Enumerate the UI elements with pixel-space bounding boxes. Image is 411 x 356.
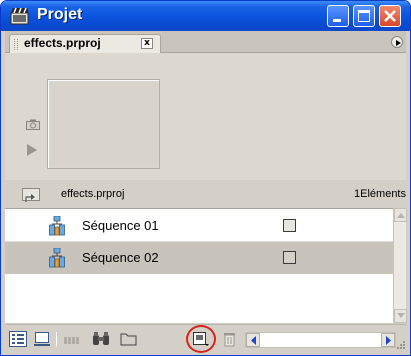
scroll-right-button[interactable]: [381, 333, 395, 347]
poster-frame-icon[interactable]: [26, 119, 40, 130]
item-count: 1Eléments: [354, 188, 406, 200]
tab-effects-prproj[interactable]: effects.prproj x: [9, 34, 161, 53]
icon-view-button[interactable]: [33, 331, 51, 347]
automate-to-sequence-button[interactable]: [63, 331, 81, 347]
project-window: Projet effects.prproj x effects.prproj 1…: [0, 0, 411, 356]
item-label: Séquence 02: [82, 250, 159, 265]
panel-menu-button[interactable]: [391, 36, 403, 48]
item-label: Séquence 01: [82, 218, 159, 233]
item-checkbox[interactable]: [283, 219, 296, 232]
thumbnail-image: [50, 82, 157, 166]
scroll-up-button[interactable]: [394, 208, 407, 222]
chevron-down-icon: [397, 313, 405, 318]
horizontal-scrollbar[interactable]: [245, 332, 396, 348]
tab-close-glyph: x: [144, 38, 150, 48]
sequence-icon: [49, 248, 65, 268]
vertical-scrollbar[interactable]: [393, 208, 407, 323]
new-bin-button[interactable]: [120, 331, 138, 347]
list-item[interactable]: Séquence 01: [5, 210, 393, 242]
close-icon: [384, 10, 396, 22]
maximize-button[interactable]: [353, 5, 375, 27]
scroll-left-button[interactable]: [246, 333, 260, 347]
tab-close-button[interactable]: x: [141, 38, 153, 49]
panel-menu-icon: [396, 40, 401, 46]
clapperboard-icon: [10, 7, 29, 25]
parent-bin-icon[interactable]: [22, 188, 40, 202]
resize-grip-icon[interactable]: [397, 341, 406, 350]
title-bar[interactable]: Projet: [1, 1, 410, 31]
tab-grip[interactable]: [14, 39, 18, 50]
maximize-icon: [358, 10, 370, 22]
item-checkbox[interactable]: [283, 251, 296, 264]
automate-to-sequence-icon: [64, 337, 79, 344]
binoculars-icon: [93, 332, 109, 345]
list-item-selected[interactable]: Séquence 02: [5, 242, 393, 274]
chevron-left-icon: [251, 336, 256, 345]
preview-thumbnail: [47, 79, 160, 169]
sequence-icon: [49, 216, 65, 236]
window-title: Projet: [37, 6, 83, 23]
icon-view-icon: [34, 332, 50, 346]
trash-icon: [224, 333, 235, 347]
minimize-button[interactable]: [327, 5, 349, 27]
project-item-list: Séquence 01 Séquence 02: [5, 208, 393, 323]
clear-button[interactable]: [221, 331, 239, 347]
list-view-icon: [9, 331, 27, 347]
panel-tab-strip: effects.prproj x: [5, 31, 406, 53]
path-row: effects.prproj 1Eléments: [5, 183, 406, 207]
project-path: effects.prproj: [61, 188, 125, 200]
chevron-up-icon: [397, 213, 405, 218]
scroll-down-button[interactable]: [394, 309, 407, 323]
chevron-right-icon: [386, 336, 391, 345]
folder-icon: [120, 333, 137, 346]
minimize-icon: [333, 19, 341, 22]
list-view-button[interactable]: [9, 331, 27, 347]
find-button[interactable]: [92, 331, 110, 347]
highlight-circle: [186, 325, 216, 353]
play-icon[interactable]: [27, 144, 37, 156]
close-button[interactable]: [379, 5, 401, 27]
bottom-toolbar: [5, 324, 406, 355]
tab-label: effects.prproj: [24, 36, 101, 50]
toolbar-divider: [56, 332, 57, 346]
